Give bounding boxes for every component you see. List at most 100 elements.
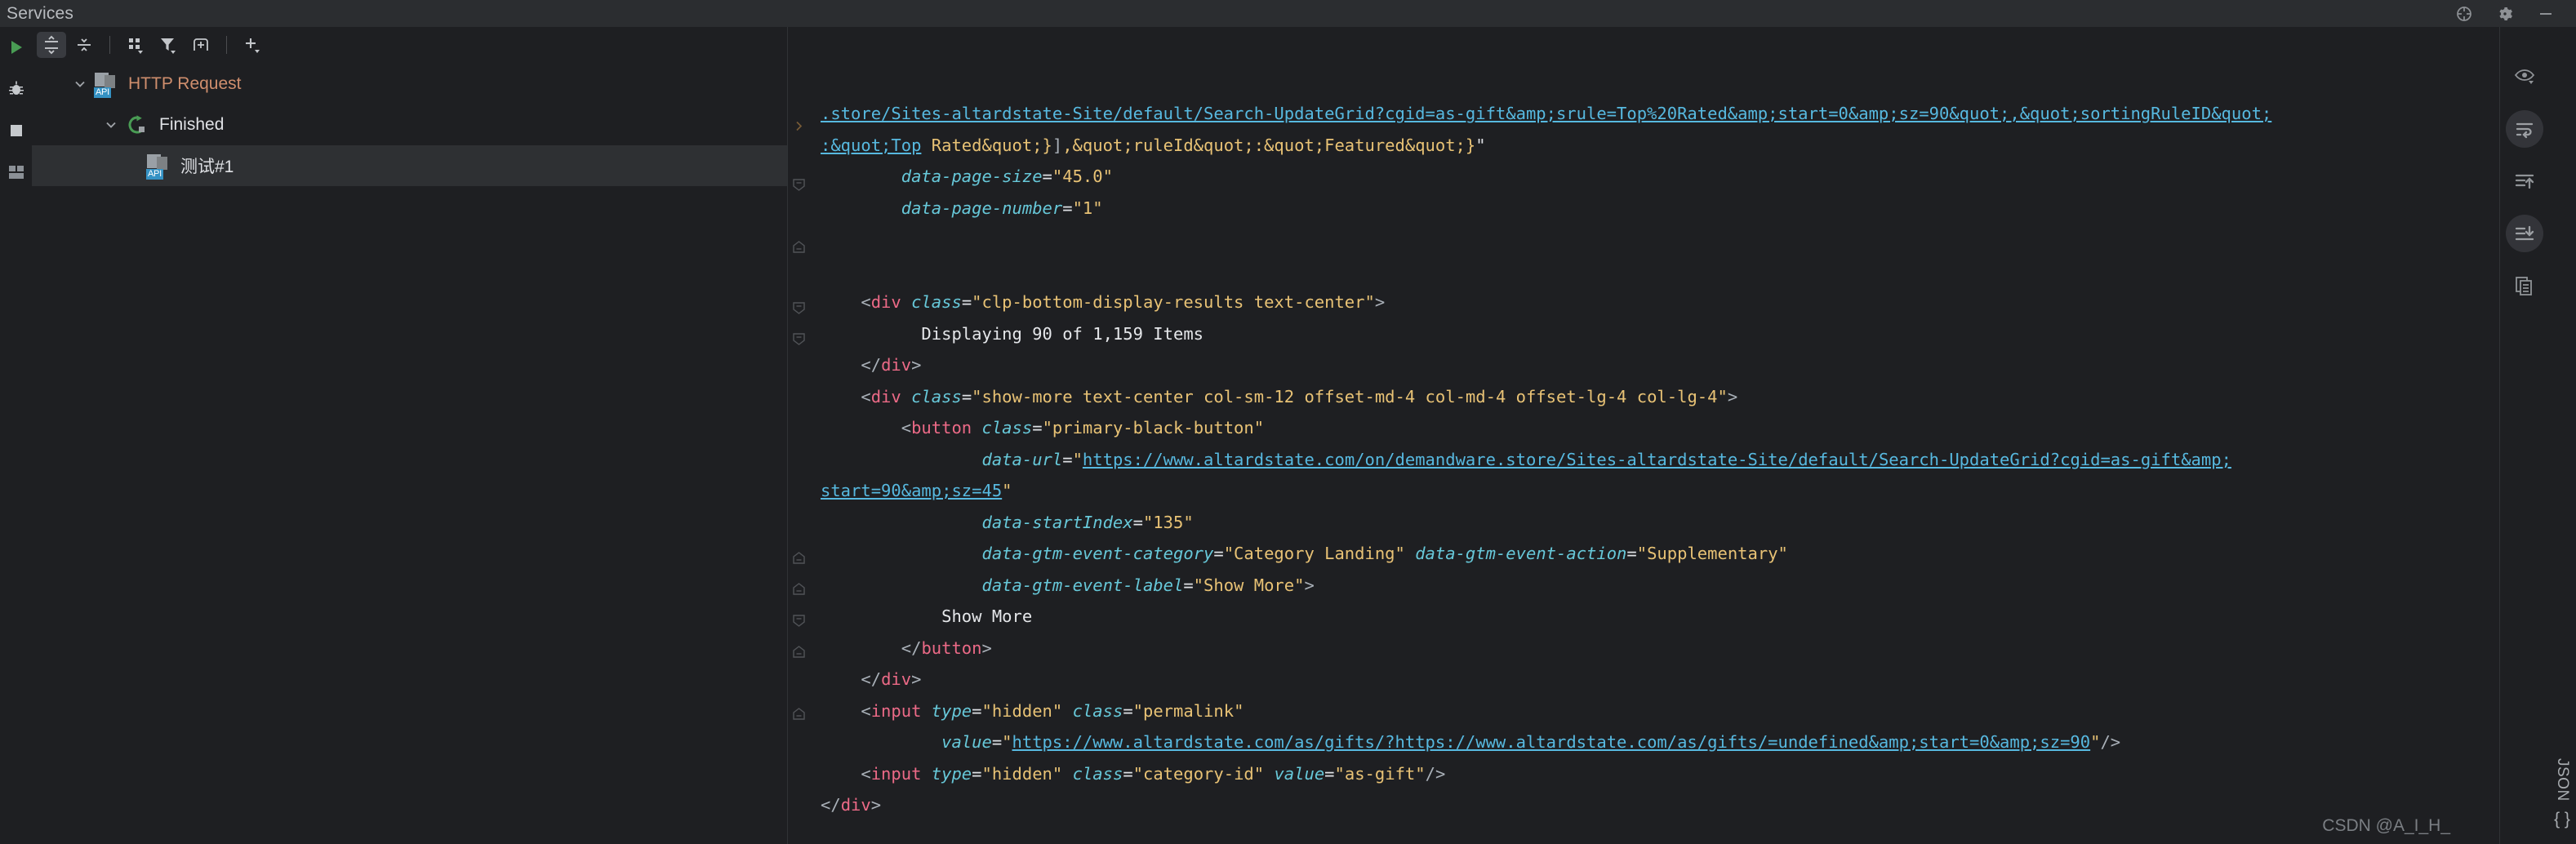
code-token-val: "show-more text-center col-sm-12 offset-… xyxy=(972,386,1728,406)
tree-toolbar xyxy=(32,27,787,62)
code-line: </button> xyxy=(810,633,2499,664)
code-token-plain: = xyxy=(991,732,1003,752)
locate-icon[interactable] xyxy=(2454,3,2475,24)
titlebar-actions xyxy=(2454,0,2576,27)
code-token-val: "Supplementary" xyxy=(1636,544,1788,563)
scroll-to-end-icon[interactable] xyxy=(2505,215,2543,252)
code-token-tag: input xyxy=(870,700,922,721)
code-token-val: "clp-bottom-display-results text-center" xyxy=(972,292,1375,312)
fold-marker-icon[interactable] xyxy=(791,613,807,629)
copy-icon[interactable] xyxy=(2506,267,2543,304)
add-frame-icon[interactable] xyxy=(186,32,216,58)
code-token-punct: < xyxy=(861,763,871,784)
code-token-plain: = xyxy=(1062,198,1073,218)
fold-marker-icon[interactable] xyxy=(791,706,807,722)
add-button[interactable] xyxy=(238,32,267,58)
preview-eye-icon[interactable] xyxy=(2506,58,2543,96)
code-token-attr-i: data-gtm-event-action xyxy=(1415,544,1627,563)
code-lines: .store/Sites-altardstate-Site/default/Se… xyxy=(810,98,2499,821)
fold-marker-icon[interactable] xyxy=(791,550,807,566)
code-token-link[interactable]: :&quot;Top xyxy=(821,135,921,155)
code-token-punct: < xyxy=(861,292,871,312)
watermark-text: CSDN @A_I_H_ xyxy=(2322,816,2450,835)
services-tree: API HTTP Request Finished API 测试#1 xyxy=(32,62,787,844)
code-token-tag: div xyxy=(840,795,871,815)
response-code-view[interactable]: .store/Sites-altardstate-Site/default/Se… xyxy=(810,27,2499,844)
code-token-plain: = xyxy=(961,386,972,406)
minimize-icon[interactable] xyxy=(2535,3,2556,24)
stop-icon[interactable] xyxy=(5,119,28,142)
editor-gutter[interactable] xyxy=(788,27,810,844)
code-token-val: Rated&quot;} xyxy=(921,135,1052,155)
code-token-val: "as-gift" xyxy=(1334,763,1426,784)
code-token-tag: input xyxy=(870,763,922,784)
code-line: data-page-size="45.0" xyxy=(810,161,2499,193)
code-token-punct: < xyxy=(861,386,871,406)
fold-marker-icon[interactable] xyxy=(791,581,807,597)
fold-marker-icon[interactable] xyxy=(791,644,807,660)
debug-icon[interactable] xyxy=(5,78,28,100)
tool-window-body: API HTTP Request Finished API 测试#1 .stor… xyxy=(0,27,2576,844)
code-token-plain: = xyxy=(972,763,982,784)
code-token-punct: </ xyxy=(901,637,922,658)
gear-icon[interactable] xyxy=(2494,3,2516,24)
fold-marker-icon[interactable] xyxy=(791,300,807,316)
braces-icon[interactable]: { } xyxy=(2554,810,2570,829)
code-line: </div> xyxy=(810,789,2499,821)
scroll-up-icon[interactable] xyxy=(2506,162,2543,200)
code-token-punct: > xyxy=(870,795,882,815)
response-editor-pane: .store/Sites-altardstate-Site/default/Se… xyxy=(788,27,2499,844)
code-token-plain: = xyxy=(1062,449,1073,469)
json-tab-label[interactable]: JSON xyxy=(2553,758,2571,802)
code-line: <button class="primary-black-button" xyxy=(810,412,2499,444)
soft-wrap-icon[interactable] xyxy=(2505,110,2543,148)
code-token-plain: = xyxy=(1132,512,1143,532)
code-token-link[interactable]: https://www.altardstate.com/as/gifts/?ht… xyxy=(1012,732,2091,752)
code-token-tag: button xyxy=(911,418,972,438)
tree-item-label: Finished xyxy=(159,115,225,134)
code-line: data-url="https://www.altardstate.com/on… xyxy=(810,444,2499,476)
filter-button[interactable] xyxy=(153,32,183,58)
code-token-punct: > xyxy=(1304,575,1315,595)
rerun-green-icon xyxy=(125,113,149,137)
code-token-val: " xyxy=(2090,732,2101,752)
expand-all-button[interactable] xyxy=(37,31,66,58)
run-icon[interactable] xyxy=(5,36,28,59)
group-by-button[interactable] xyxy=(121,32,150,58)
expand-chevron-icon[interactable] xyxy=(791,118,807,134)
code-token-plain: = xyxy=(961,292,972,312)
code-token-tag: div xyxy=(881,669,912,689)
code-token-plain: = xyxy=(1183,575,1194,595)
code-token-link[interactable]: start=90&amp;sz=45 xyxy=(821,481,1002,500)
chevron-down-icon[interactable] xyxy=(69,73,91,95)
tree-item-test-1[interactable]: API 测试#1 xyxy=(32,145,787,186)
code-token-tag: div xyxy=(881,355,912,375)
code-token-attr-i: class xyxy=(911,386,962,406)
code-token-val: "45.0" xyxy=(1052,167,1113,186)
code-token-val: " xyxy=(1002,481,1012,500)
code-token-attr-i: value xyxy=(1274,763,1325,784)
fold-marker-icon[interactable] xyxy=(791,239,807,255)
fold-marker-icon[interactable] xyxy=(791,177,807,193)
code-token-text: Show More xyxy=(941,606,1033,626)
code-token-link[interactable]: https://www.altardstate.com/on/demandwar… xyxy=(1083,450,2231,469)
code-token-plain: = xyxy=(1123,700,1133,721)
tree-item-finished[interactable]: Finished xyxy=(32,104,787,145)
code-token-tag: button xyxy=(921,637,982,658)
right-edge-tabstrip: JSON { } xyxy=(2548,27,2576,844)
collapse-all-button[interactable] xyxy=(69,32,99,58)
fold-marker-icon[interactable] xyxy=(791,331,807,347)
toolbar-separator-2 xyxy=(226,35,227,54)
code-line: <input type="hidden" class="permalink" xyxy=(810,695,2499,727)
tree-item-http-request[interactable]: API HTTP Request xyxy=(32,64,787,104)
services-icon[interactable] xyxy=(5,161,28,184)
code-token-punct: < xyxy=(901,418,912,438)
chevron-down-icon[interactable] xyxy=(100,114,122,135)
code-token-val: "permalink" xyxy=(1132,700,1244,721)
code-token-plain: = xyxy=(1324,763,1335,784)
code-token-link[interactable]: .store/Sites-altardstate-Site/default/Se… xyxy=(821,104,2271,123)
